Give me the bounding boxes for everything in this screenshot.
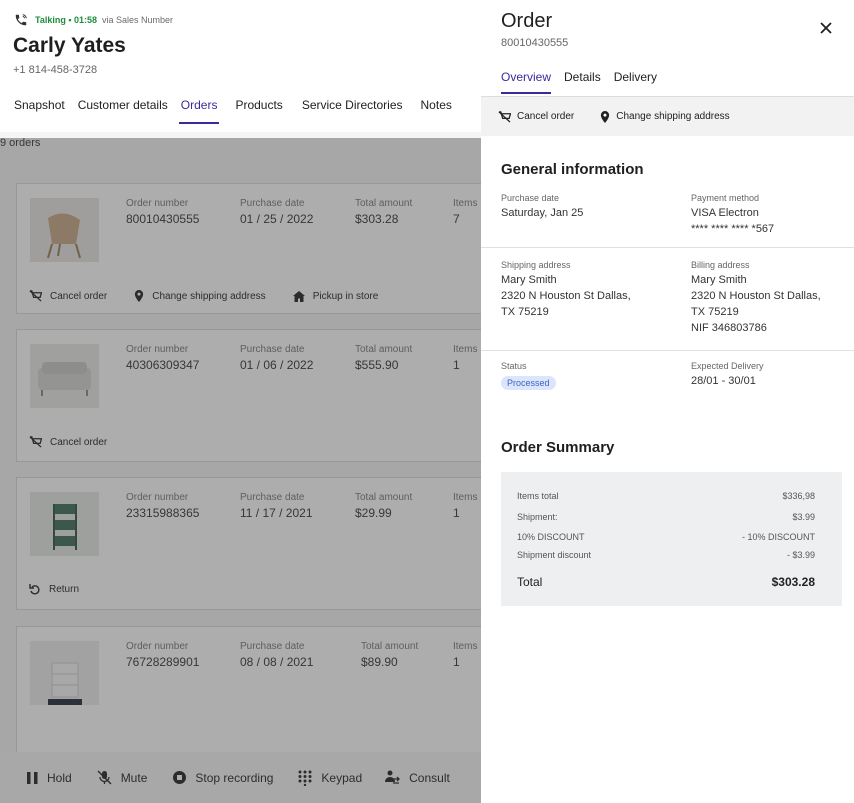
order-summary-box: Items total $336,98 Shipment: $3.99 10% DI… — [501, 472, 842, 606]
general-information-heading: General information — [501, 161, 644, 178]
panel-title: Order — [501, 10, 553, 32]
panel-action-bar: Cancel order Change shipping address — [481, 96, 854, 136]
tab-orders[interactable]: Orders — [178, 98, 220, 124]
tab-products[interactable]: Products — [235, 98, 282, 124]
location-pin-icon — [601, 110, 610, 123]
tab-service-directories[interactable]: Service Directories — [302, 98, 403, 124]
purchase-date-field: Purchase date Saturday, Jan 25 — [501, 193, 584, 219]
billing-address-field: Billing address Mary Smith 2320 N Housto… — [691, 260, 821, 334]
tab-customer-details[interactable]: Customer details — [78, 98, 168, 124]
customer-tabs: Snapshot Customer details Orders Product… — [0, 98, 452, 124]
call-status: Talking • 01:58 via Sales Number — [14, 13, 173, 27]
status-field: Status Processed — [501, 361, 556, 390]
order-summary-heading: Order Summary — [501, 439, 615, 456]
items-total-row: Items total $336,98 — [517, 491, 815, 501]
modal-scrim[interactable] — [0, 138, 481, 752]
order-total: $303.28 — [771, 575, 815, 589]
tab-delivery[interactable]: Delivery — [614, 70, 657, 94]
shipment-discount-row: Shipment discount - $3.99 — [517, 550, 815, 560]
phone-call-icon — [15, 14, 27, 26]
expected-delivery-field: Expected Delivery 28/01 - 30/01 — [691, 361, 764, 387]
call-timer: Talking • 01:58 — [35, 15, 98, 25]
customer-panel: Talking • 01:58 via Sales Number Carly Y… — [0, 0, 486, 803]
shipping-address-field: Shipping address Mary Smith 2320 N Houst… — [501, 260, 631, 318]
panel-order-id: 80010430555 — [501, 37, 569, 49]
discount-row: 10% DISCOUNT - 10% DISCOUNT — [517, 532, 815, 542]
call-line: via Sales Number — [102, 15, 174, 25]
divider — [481, 350, 854, 351]
order-detail-panel: Order 80010430555 Overview Details Deliv… — [481, 0, 854, 803]
status-badge: Processed — [501, 376, 556, 390]
caller-phone: +1 814-458-3728 — [13, 64, 98, 76]
controls-scrim — [0, 752, 481, 803]
total-row: Total $303.28 — [517, 575, 815, 589]
caller-name: Carly Yates — [13, 34, 126, 57]
shipment-row: Shipment: $3.99 — [517, 512, 815, 522]
tab-snapshot[interactable]: Snapshot — [14, 98, 65, 124]
change-shipping-address-button[interactable]: Change shipping address — [600, 110, 730, 123]
app-root: Talking • 01:58 via Sales Number Carly Y… — [0, 0, 854, 803]
close-icon[interactable] — [817, 19, 835, 37]
panel-tabs: Overview Details Delivery — [501, 70, 670, 94]
divider — [481, 247, 854, 248]
cart-remove-icon — [498, 110, 511, 123]
payment-method-field: Payment method VISA Electron **** **** *… — [691, 193, 775, 235]
tab-details[interactable]: Details — [564, 70, 601, 94]
cancel-order-button[interactable]: Cancel order — [498, 110, 574, 123]
tab-notes[interactable]: Notes — [421, 98, 452, 124]
tab-overview[interactable]: Overview — [501, 70, 552, 94]
